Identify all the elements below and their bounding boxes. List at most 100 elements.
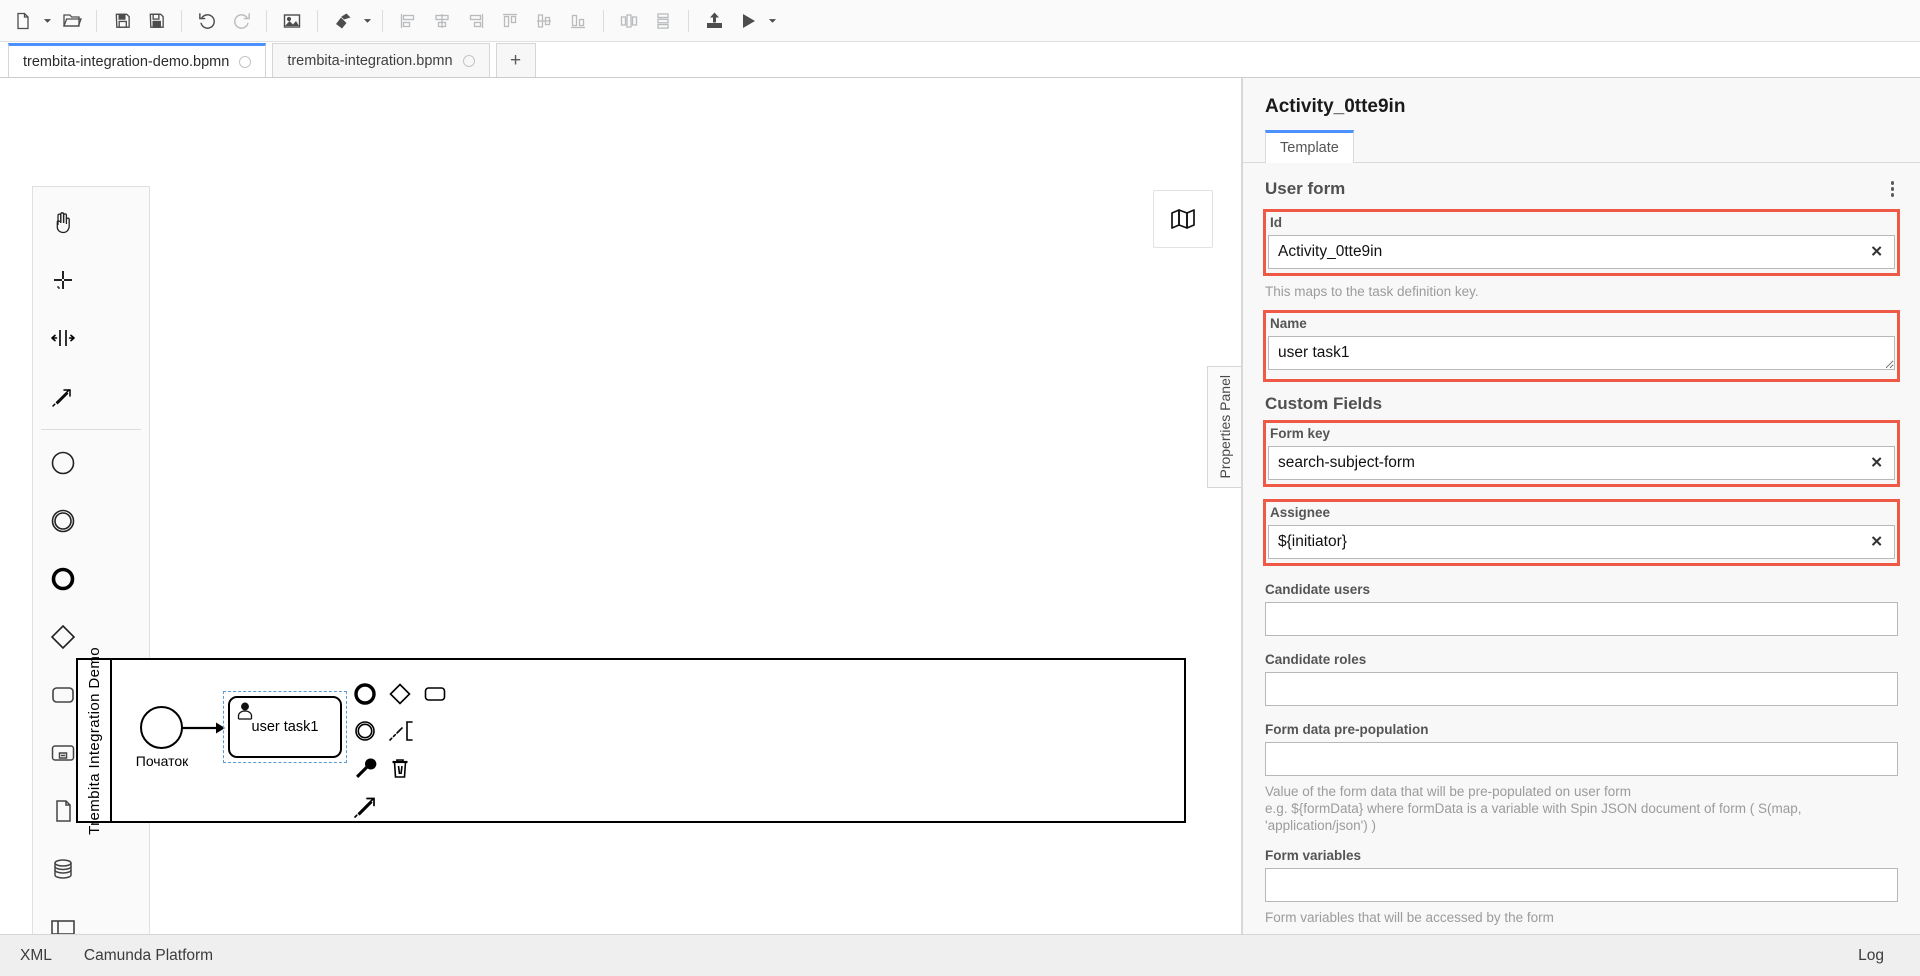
context-pad-append-end-event[interactable]	[353, 682, 377, 711]
bpmn-canvas[interactable]: Trembita Integration Demo Початок user t…	[0, 78, 1242, 934]
context-pad-append-intermediate-event[interactable]	[353, 719, 377, 748]
bpmn-pool-label: Trembita Integration Demo	[78, 647, 112, 834]
tab-dirty-indicator-icon[interactable]	[462, 54, 475, 67]
properties-panel-tabs: Template	[1243, 130, 1920, 163]
toolbar-separator	[96, 9, 97, 32]
align-right-button[interactable]	[459, 4, 493, 38]
tab-label: trembita-integration-demo.bpmn	[23, 53, 230, 70]
field-id: Id ✕	[1263, 208, 1900, 276]
kebab-menu-icon[interactable]	[1887, 177, 1899, 201]
field-form-variables-hint: Form variables that will be accessed by …	[1265, 909, 1554, 925]
bpmn-context-pad	[353, 682, 447, 824]
toolbar-separator	[266, 9, 267, 32]
tab-dirty-indicator-icon[interactable]	[239, 55, 252, 68]
export-image-button[interactable]	[275, 4, 309, 38]
id-input[interactable]	[1268, 234, 1895, 269]
field-name: Name	[1263, 309, 1900, 382]
toolbar-separator	[181, 9, 182, 32]
distribute-horizontally-button[interactable]	[612, 4, 646, 38]
align-bottom-button[interactable]	[561, 4, 595, 38]
field-id-hint: This maps to the task definition key.	[1265, 283, 1479, 299]
clear-id-icon[interactable]: ✕	[1866, 242, 1887, 261]
field-form-data-prepopulation-label: Form data pre-population	[1265, 721, 1429, 737]
palette-create-intermediate-event[interactable]	[33, 492, 92, 550]
field-id-label: Id	[1270, 214, 1282, 230]
clear-form-key-icon[interactable]: ✕	[1866, 453, 1887, 472]
field-candidate-roles: Candidate roles	[1243, 652, 1920, 706]
field-name-label: Name	[1270, 315, 1307, 331]
align-middle-button[interactable]	[527, 4, 561, 38]
palette-hand-tool[interactable]	[33, 193, 92, 251]
set-color-button[interactable]	[326, 4, 360, 38]
field-candidate-roles-label: Candidate roles	[1265, 651, 1367, 667]
field-assignee-label: Assignee	[1270, 504, 1331, 520]
candidate-users-input[interactable]	[1265, 601, 1898, 636]
tab-trembita-integration-demo[interactable]: trembita-integration-demo.bpmn	[8, 43, 267, 77]
deploy-button[interactable]	[697, 4, 731, 38]
form-key-input[interactable]	[1268, 445, 1895, 480]
undo-button[interactable]	[190, 4, 224, 38]
status-log[interactable]: Log	[1842, 947, 1900, 965]
field-form-key-label: Form key	[1270, 425, 1331, 441]
properties-panel-header: Activity_0tte9in Template	[1243, 78, 1920, 163]
field-form-data-prepopulation: Form data pre-population	[1243, 722, 1920, 776]
start-instance-caret-icon[interactable]	[765, 4, 779, 38]
tab-template[interactable]: Template	[1265, 130, 1354, 163]
toolbar-separator	[603, 9, 604, 32]
page-title: Activity_0tte9in	[1265, 96, 1406, 117]
new-file-caret-icon[interactable]	[40, 4, 54, 38]
palette-create-data-store[interactable]	[33, 840, 92, 898]
candidate-roles-input[interactable]	[1265, 671, 1898, 706]
palette-create-start-event[interactable]	[33, 434, 92, 492]
assignee-input[interactable]	[1268, 524, 1895, 559]
main-toolbar	[0, 0, 1920, 42]
open-file-button[interactable]	[54, 4, 88, 38]
new-file-button[interactable]	[6, 4, 40, 38]
toolbar-separator	[688, 9, 689, 32]
context-pad-append-task[interactable]	[423, 682, 447, 711]
context-pad-append-text-annotation[interactable]	[388, 719, 416, 748]
palette-divider	[41, 429, 141, 430]
save-button[interactable]	[105, 4, 139, 38]
set-color-caret-icon[interactable]	[360, 4, 374, 38]
bpmn-user-task-label: user task1	[251, 719, 319, 735]
context-pad-change-type[interactable]	[353, 756, 377, 785]
palette-create-end-event[interactable]	[33, 550, 92, 608]
clear-assignee-icon[interactable]: ✕	[1866, 532, 1887, 551]
group-title: User form	[1265, 178, 1346, 198]
start-instance-button[interactable]	[731, 4, 765, 38]
align-top-button[interactable]	[493, 4, 527, 38]
align-left-button[interactable]	[391, 4, 425, 38]
camunda-modeler-window: trembita-integration-demo.bpmn trembita-…	[0, 0, 1920, 976]
context-pad-connect-element[interactable]	[353, 793, 381, 824]
minimap-toggle-button[interactable]	[1153, 190, 1213, 248]
form-data-prepopulation-input[interactable]	[1265, 741, 1898, 776]
align-center-button[interactable]	[425, 4, 459, 38]
status-camunda-platform[interactable]: Camunda Platform	[68, 947, 229, 965]
properties-panel-toggle[interactable]: Properties Panel	[1207, 366, 1241, 488]
field-assignee: Assignee ✕	[1263, 498, 1900, 566]
status-bar: XML Camunda Platform Log	[0, 934, 1920, 976]
bpmn-diagram[interactable]: Trembita Integration Demo Початок user t…	[76, 647, 1186, 834]
field-form-variables-label: Form variables	[1265, 847, 1362, 863]
distribute-vertically-button[interactable]	[646, 4, 680, 38]
field-form-key: Form key ✕	[1263, 419, 1900, 487]
pool-name-text: Trembita Integration Demo	[85, 646, 103, 835]
palette-global-connect-tool[interactable]	[33, 367, 92, 425]
redo-button[interactable]	[224, 4, 258, 38]
palette-space-tool[interactable]	[33, 309, 92, 367]
name-input[interactable]	[1268, 335, 1895, 370]
tab-trembita-integration[interactable]: trembita-integration.bpmn	[272, 43, 490, 77]
new-tab-button[interactable]: +	[495, 43, 536, 77]
status-xml[interactable]: XML	[20, 947, 68, 965]
bpmn-start-event[interactable]	[140, 706, 183, 749]
context-pad-append-gateway[interactable]	[388, 682, 412, 711]
form-variables-input[interactable]	[1265, 867, 1898, 902]
palette-create-participant[interactable]	[33, 898, 92, 934]
user-task-icon	[234, 700, 256, 727]
field-candidate-users: Candidate users	[1243, 582, 1920, 636]
save-as-button[interactable]	[139, 4, 173, 38]
editor-body: Trembita Integration Demo Початок user t…	[0, 78, 1920, 934]
palette-lasso-tool[interactable]	[33, 251, 92, 309]
context-pad-delete-element[interactable]	[388, 756, 412, 785]
